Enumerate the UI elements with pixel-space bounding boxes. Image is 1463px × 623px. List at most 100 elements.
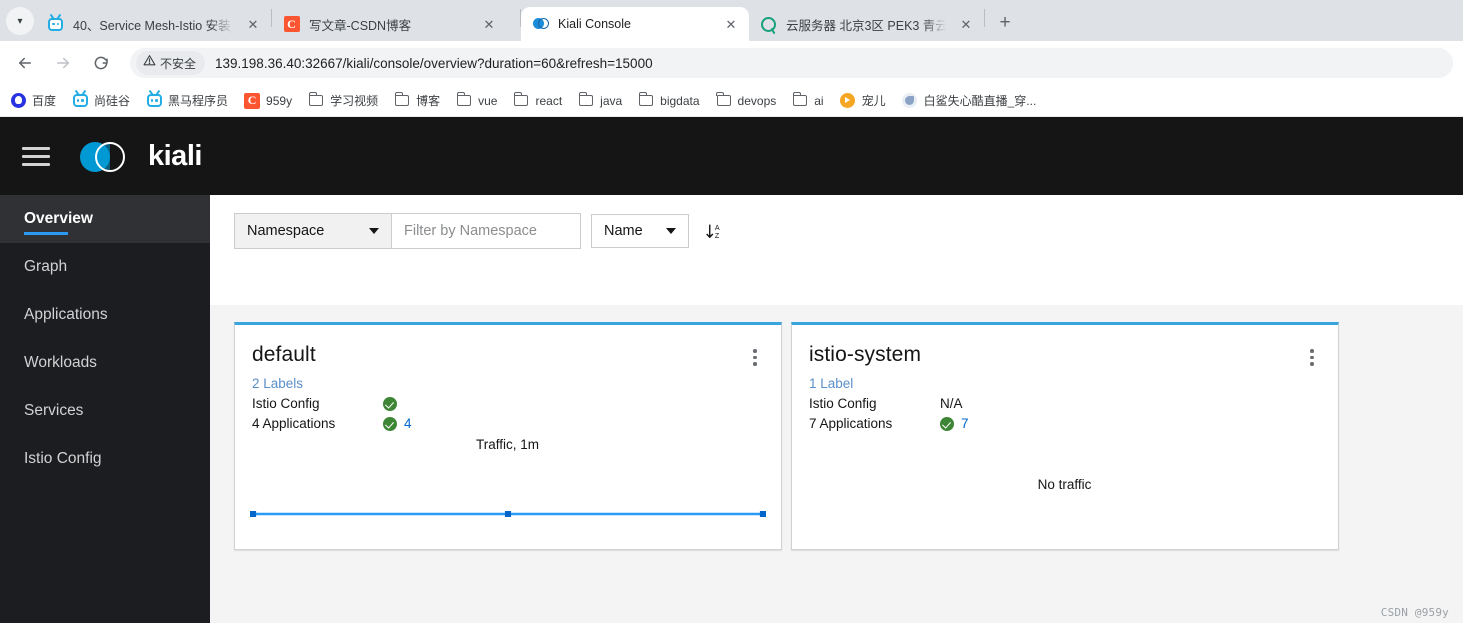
watermark: CSDN @959y bbox=[1380, 606, 1449, 619]
applications-label[interactable]: 4 Applications bbox=[252, 416, 383, 431]
bookmark-item[interactable]: 黑马程序员 bbox=[146, 92, 228, 109]
baidu-icon bbox=[10, 93, 26, 109]
close-icon[interactable]: ✕ bbox=[479, 14, 499, 34]
traffic-sparkline bbox=[249, 499, 767, 529]
namespace-card-istio-system[interactable]: istio-system 1 Label Istio Config N/A 7 … bbox=[791, 322, 1339, 550]
forward-icon[interactable] bbox=[48, 48, 78, 78]
filter-type-dropdown[interactable]: Namespace bbox=[234, 213, 391, 249]
warning-triangle-icon bbox=[143, 54, 156, 72]
sidebar-item-overview[interactable]: Overview bbox=[0, 195, 210, 243]
sidebar-item-label: Istio Config bbox=[24, 450, 102, 467]
player-icon bbox=[840, 93, 856, 109]
bookmark-item[interactable]: 尚硅谷 bbox=[72, 92, 130, 109]
bookmark-item[interactable]: C 959y bbox=[244, 92, 293, 109]
traffic-chart-title: Traffic, 1m bbox=[475, 437, 539, 452]
tab-strip: ▾ 40、Service Mesh-Istio 安装_ ✕ C 写文章-CSDN… bbox=[0, 0, 1463, 41]
sidebar-item-workloads[interactable]: Workloads bbox=[0, 339, 210, 387]
bookmark-item[interactable]: 宠儿 bbox=[840, 92, 886, 109]
filter-placeholder: Filter by Namespace bbox=[404, 223, 537, 239]
address-bar[interactable]: 不安全 139.198.36.40:32667/kiali/console/ov… bbox=[130, 48, 1453, 78]
bilibili-icon bbox=[72, 93, 88, 109]
chevron-down-icon bbox=[666, 228, 676, 234]
bookmark-label: 百度 bbox=[32, 94, 57, 108]
bilibili-icon bbox=[47, 16, 64, 33]
browser-tab-active[interactable]: Kiali Console ✕ bbox=[521, 7, 749, 41]
sidebar-item-label: Services bbox=[24, 402, 84, 419]
bookmark-item[interactable]: react bbox=[513, 92, 562, 109]
namespace-labels-link[interactable]: 2 Labels bbox=[252, 376, 763, 391]
url-text: 139.198.36.40:32667/kiali/console/overvi… bbox=[215, 55, 653, 71]
browser-tab[interactable]: 40、Service Mesh-Istio 安装_ ✕ bbox=[36, 7, 271, 41]
site-security-indicator[interactable]: 不安全 bbox=[136, 51, 206, 75]
folder-icon bbox=[638, 92, 654, 109]
bookmark-item[interactable]: 博客 bbox=[394, 92, 440, 109]
tab-title: 40、Service Mesh-Istio 安装_ bbox=[73, 18, 233, 33]
applications-status[interactable]: 7 bbox=[940, 416, 969, 431]
bookmark-label: 959y bbox=[266, 93, 293, 108]
sidebar-item-applications[interactable]: Applications bbox=[0, 291, 210, 339]
kebab-menu-icon[interactable] bbox=[1304, 343, 1320, 366]
shark-icon bbox=[902, 93, 918, 109]
svg-text:Z: Z bbox=[714, 231, 719, 239]
brand-name: kiali bbox=[148, 139, 202, 172]
reload-icon[interactable] bbox=[86, 48, 116, 78]
health-ok-icon bbox=[383, 416, 397, 431]
sidebar-item-graph[interactable]: Graph bbox=[0, 243, 210, 291]
close-icon[interactable]: ✕ bbox=[956, 14, 976, 34]
csdn-icon: C bbox=[283, 16, 300, 33]
sort-by-dropdown[interactable]: Name bbox=[591, 214, 689, 248]
bookmark-label: vue bbox=[478, 93, 498, 108]
csdn-icon: C bbox=[244, 92, 261, 109]
namespace-cards-row: default 2 Labels Istio Config 4 Applicat… bbox=[234, 322, 1439, 550]
tab-title: 云服务器 北京3区 PEK3 青云Q bbox=[786, 18, 946, 33]
tab-search-button[interactable]: ▾ bbox=[6, 7, 34, 35]
bookmark-item[interactable]: 白鲨失心酷直播_穿... bbox=[902, 92, 1037, 109]
bookmark-item[interactable]: bigdata bbox=[638, 92, 700, 109]
applications-label[interactable]: 7 Applications bbox=[809, 416, 940, 431]
bookmark-item[interactable]: devops bbox=[716, 92, 776, 109]
bookmark-label: 博客 bbox=[416, 94, 441, 108]
tab-separator bbox=[984, 8, 985, 27]
namespace-cards-area: default 2 Labels Istio Config 4 Applicat… bbox=[210, 305, 1463, 550]
browser-tab[interactable]: 云服务器 北京3区 PEK3 青云Q ✕ bbox=[749, 7, 984, 41]
applications-status[interactable]: 4 bbox=[383, 416, 412, 431]
sidebar-nav: Overview Graph Applications Workloads Se… bbox=[0, 195, 210, 623]
istio-config-status[interactable] bbox=[383, 396, 397, 411]
istio-config-row: Istio Config N/A bbox=[809, 396, 1320, 411]
brand[interactable]: kiali bbox=[78, 136, 202, 176]
bookmark-item[interactable]: vue bbox=[456, 92, 498, 109]
close-icon[interactable]: ✕ bbox=[721, 14, 741, 34]
namespace-card-default[interactable]: default 2 Labels Istio Config 4 Applicat… bbox=[234, 322, 782, 550]
namespace-name: default bbox=[252, 343, 316, 366]
browser-tab[interactable]: C 写文章-CSDN博客 ✕ bbox=[272, 7, 520, 41]
close-icon[interactable]: ✕ bbox=[243, 14, 263, 34]
bookmark-item[interactable]: ai bbox=[792, 92, 824, 109]
namespace-labels-link[interactable]: 1 Label bbox=[809, 376, 1320, 391]
browser-toolbar: 不安全 139.198.36.40:32667/kiali/console/ov… bbox=[0, 41, 1463, 85]
bookmark-item[interactable]: 学习视频 bbox=[308, 92, 378, 109]
sidebar-item-istio-config[interactable]: Istio Config bbox=[0, 435, 210, 483]
folder-icon bbox=[792, 92, 808, 109]
bookmarks-bar: 百度 尚硅谷 黑马程序员 C 959y 学习视频 博客 vue react ja… bbox=[0, 85, 1463, 117]
bilibili-icon bbox=[146, 93, 162, 109]
bookmark-item[interactable]: 百度 bbox=[10, 92, 56, 109]
namespace-name: istio-system bbox=[809, 343, 922, 366]
active-indicator bbox=[24, 232, 68, 235]
new-tab-button[interactable]: + bbox=[991, 9, 1019, 37]
back-icon[interactable] bbox=[10, 48, 40, 78]
folder-icon bbox=[513, 92, 529, 109]
filter-type-label: Namespace bbox=[247, 223, 325, 239]
sort-alpha-down-icon[interactable]: A Z bbox=[701, 216, 727, 246]
filter-toolbar: Namespace Filter by Namespace Name A Z bbox=[234, 213, 1463, 249]
sidebar-item-label: Workloads bbox=[24, 354, 97, 371]
bookmark-label: 白鲨失心酷直播_穿... bbox=[923, 94, 1037, 108]
bookmark-label: ai bbox=[814, 93, 824, 108]
istio-config-row: Istio Config bbox=[252, 396, 763, 411]
app-body: Overview Graph Applications Workloads Se… bbox=[0, 195, 1463, 623]
bookmark-item[interactable]: java bbox=[578, 92, 622, 109]
hamburger-icon[interactable] bbox=[22, 146, 50, 166]
kebab-menu-icon[interactable] bbox=[747, 343, 763, 366]
sidebar-item-services[interactable]: Services bbox=[0, 387, 210, 435]
bookmark-label: 宠儿 bbox=[861, 94, 886, 108]
namespace-filter-input[interactable]: Filter by Namespace bbox=[391, 213, 581, 249]
